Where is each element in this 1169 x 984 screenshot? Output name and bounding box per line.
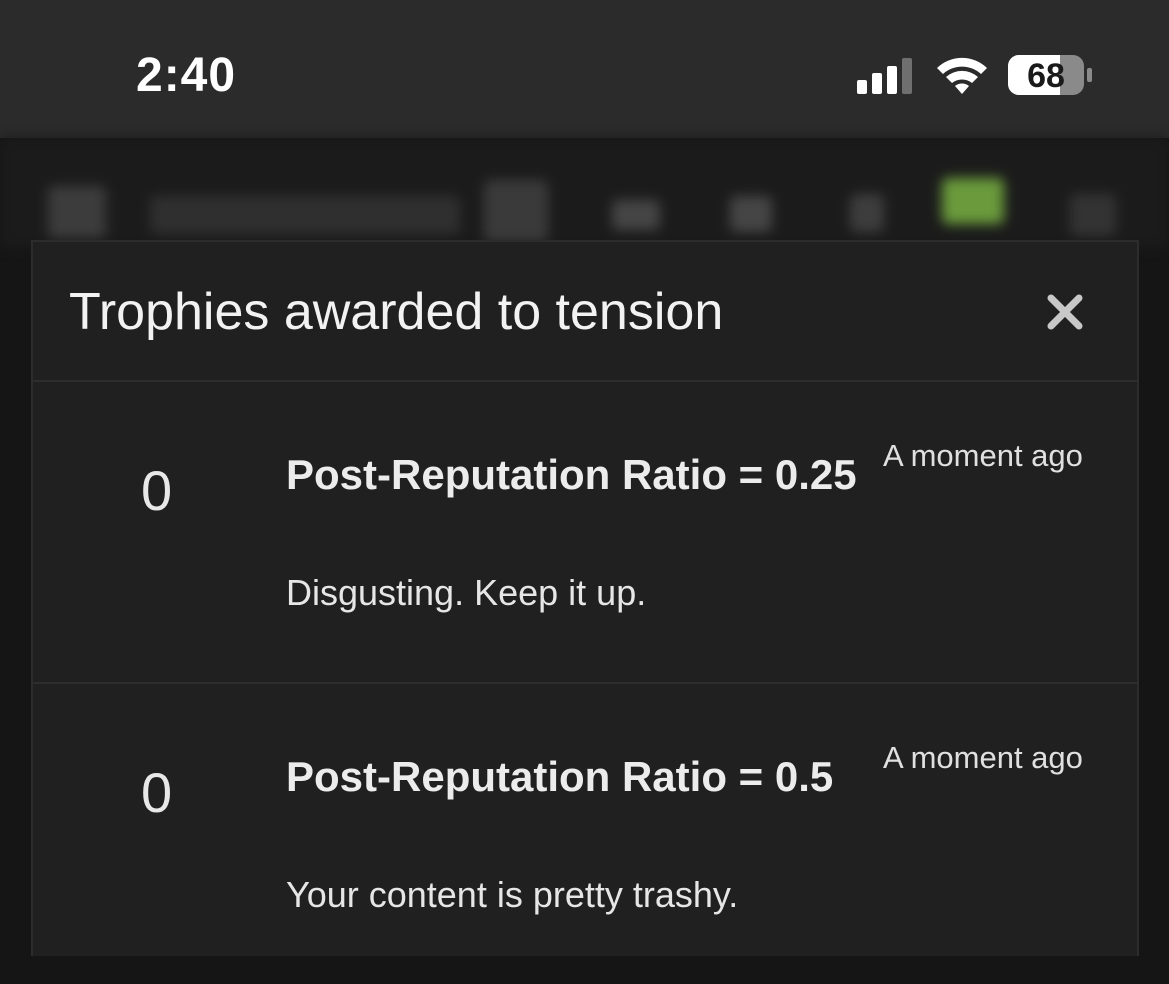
trophy-timestamp: A moment ago (883, 438, 1083, 473)
mail-icon (612, 200, 660, 230)
bell-icon (730, 196, 772, 232)
trophies-modal: Trophies awarded to tension 0 Post-Reput… (31, 240, 1139, 956)
status-time: 2:40 (136, 49, 237, 102)
modal-header: Trophies awarded to tension (33, 242, 1137, 382)
trophy-description: Disgusting. Keep it up. (286, 572, 647, 613)
trophy-item: 0 Post-Reputation Ratio = 0.25 Disgustin… (33, 382, 1137, 684)
trophy-title: Post-Reputation Ratio = 0.25 (286, 451, 857, 498)
trophy-points: 0 (141, 459, 173, 522)
trophy-title: Post-Reputation Ratio = 0.5 (286, 753, 834, 800)
wifi-icon (937, 57, 987, 94)
menu-icon (48, 186, 106, 238)
cellular-signal-icon (857, 58, 912, 94)
lightning-icon (850, 194, 884, 232)
chat-icon (942, 178, 1004, 224)
status-bar: 2:40 68 (0, 0, 1169, 138)
close-icon[interactable] (1045, 292, 1085, 332)
site-logo (150, 196, 460, 234)
search-icon (1070, 194, 1116, 236)
trophy-description: Your content is pretty trashy. (286, 874, 739, 915)
trophy-item: 0 Post-Reputation Ratio = 0.5 Your conte… (33, 684, 1137, 984)
avatar (484, 180, 548, 242)
trophy-points: 0 (141, 761, 173, 824)
battery-level: 68 (1027, 57, 1065, 95)
trophy-timestamp: A moment ago (883, 740, 1083, 775)
modal-title: Trophies awarded to tension (69, 283, 724, 341)
blurred-background-header (0, 138, 1169, 248)
